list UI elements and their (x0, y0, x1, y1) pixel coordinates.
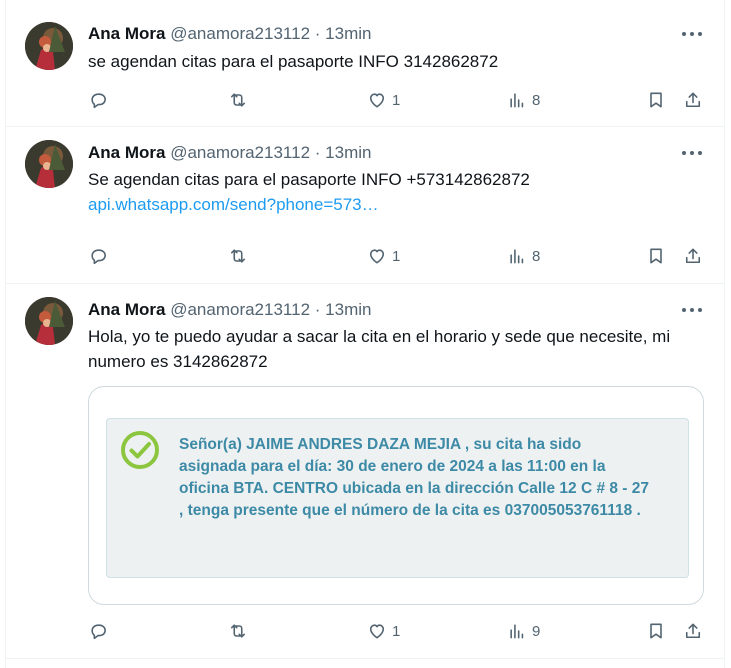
heart-icon (369, 249, 385, 264)
views-button[interactable]: 9 (507, 620, 540, 642)
separator: · (314, 24, 321, 43)
tweet-actions: 1 9 (6, 620, 724, 642)
more-icon[interactable] (682, 302, 702, 318)
views-icon (510, 249, 524, 264)
share-icon (685, 92, 701, 108)
reply-button[interactable] (88, 620, 113, 642)
share-icon (685, 623, 701, 639)
share-icon (685, 248, 701, 264)
reply-icon (91, 624, 106, 640)
timestamp[interactable]: 13min (325, 143, 371, 162)
separator: · (314, 300, 321, 319)
notice-text: Señor(a) JAIME ANDRES DAZA MEJIA , su ci… (179, 436, 650, 519)
author-name[interactable]: Ana Mora (88, 300, 165, 319)
appointment-notice-image: Señor(a) JAIME ANDRES DAZA MEJIA , su ci… (106, 418, 689, 578)
retweet-button[interactable] (228, 620, 253, 642)
retweet-icon (230, 93, 246, 107)
timestamp[interactable]: 13min (325, 300, 371, 319)
bookmark-button[interactable] (646, 620, 666, 642)
share-button[interactable] (683, 620, 703, 642)
like-count: 1 (392, 622, 401, 640)
heart-icon (369, 93, 385, 108)
retweet-button[interactable] (228, 245, 253, 267)
bookmark-icon (650, 92, 662, 108)
tweet-header: Ana Mora @anamora213112 · 13min (88, 143, 371, 163)
retweet-icon (230, 249, 246, 263)
reply-icon (91, 249, 106, 265)
tweet-text: Se agendan citas para el pasaporte INFO … (88, 170, 530, 189)
bookmark-icon (650, 248, 662, 264)
tweet-text: se agendan citas para el pasaporte INFO … (88, 52, 499, 71)
tweet[interactable]: Ana Mora @anamora213112 · 13min Se agend… (6, 127, 724, 284)
author-handle[interactable]: @anamora213112 (170, 300, 310, 319)
retweet-icon (230, 624, 246, 638)
view-count: 8 (532, 91, 541, 109)
views-icon (510, 93, 524, 108)
like-button[interactable]: 1 (367, 620, 400, 642)
timestamp[interactable]: 13min (325, 24, 371, 43)
more-icon[interactable] (682, 145, 702, 161)
view-count: 9 (532, 622, 541, 640)
views-icon (510, 624, 524, 639)
tweet[interactable]: Ana Mora @anamora213112 · 13min Hola, yo… (6, 284, 724, 659)
timeline: Ana Mora @anamora213112 · 13min se agend… (5, 0, 725, 668)
tweet-header: Ana Mora @anamora213112 · 13min (88, 24, 371, 44)
check-circle-icon (121, 431, 159, 469)
tweet-actions: 1 8 (6, 245, 724, 267)
like-count: 1 (392, 91, 401, 109)
like-button[interactable]: 1 (367, 245, 400, 267)
share-button[interactable] (683, 89, 703, 111)
reply-icon (91, 93, 106, 109)
bookmark-button[interactable] (646, 89, 666, 111)
views-button[interactable]: 8 (507, 245, 540, 267)
bookmark-icon (650, 623, 662, 639)
bookmark-button[interactable] (646, 245, 666, 267)
reply-button[interactable] (88, 89, 113, 111)
more-icon[interactable] (682, 26, 702, 42)
tweet-link[interactable]: api.whatsapp.com/send?phone=573… (88, 192, 700, 217)
avatar[interactable] (25, 297, 73, 345)
like-count: 1 (392, 247, 401, 265)
author-handle[interactable]: @anamora213112 (170, 24, 310, 43)
tweet-actions: 1 8 (6, 89, 724, 111)
avatar[interactable] (25, 140, 73, 188)
like-button[interactable]: 1 (367, 89, 400, 111)
view-count: 8 (532, 247, 541, 265)
tweet[interactable]: Ana Mora @anamora213112 · 13min se agend… (6, 0, 724, 127)
author-name[interactable]: Ana Mora (88, 24, 165, 43)
views-button[interactable]: 8 (507, 89, 540, 111)
separator: · (314, 143, 321, 162)
tweet-media-card[interactable]: Señor(a) JAIME ANDRES DAZA MEJIA , su ci… (88, 386, 704, 605)
reply-button[interactable] (88, 245, 113, 267)
retweet-button[interactable] (228, 89, 253, 111)
share-button[interactable] (683, 245, 703, 267)
tweet-header: Ana Mora @anamora213112 · 13min (88, 300, 371, 320)
tweet-text: Hola, yo te puedo ayudar a sacar la cita… (88, 327, 671, 371)
avatar[interactable] (25, 22, 73, 70)
heart-icon (369, 624, 385, 639)
author-handle[interactable]: @anamora213112 (170, 143, 310, 162)
author-name[interactable]: Ana Mora (88, 143, 165, 162)
tweet-body: Se agendan citas para el pasaporte INFO … (88, 167, 700, 217)
